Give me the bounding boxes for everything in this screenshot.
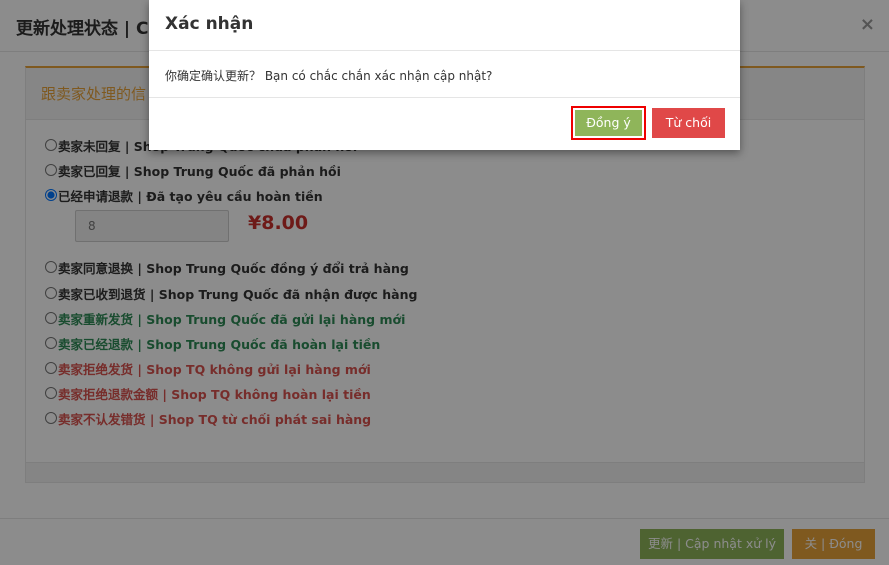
dialog-footer: Đồng ý Từ chối [149,98,740,150]
reject-button[interactable]: Từ chối [652,108,725,138]
dialog-message: 你确定确认更新？ Bạn có chắc chắn xác nhận cập n… [149,51,740,98]
confirm-dialog: Xác nhận 你确定确认更新？ Bạn có chắc chắn xác n… [149,0,740,150]
agree-button[interactable]: Đồng ý [575,110,642,136]
dialog-title: Xác nhận [165,14,254,34]
dialog-header: Xác nhận [149,0,740,51]
agree-button-highlight: Đồng ý [571,106,646,140]
